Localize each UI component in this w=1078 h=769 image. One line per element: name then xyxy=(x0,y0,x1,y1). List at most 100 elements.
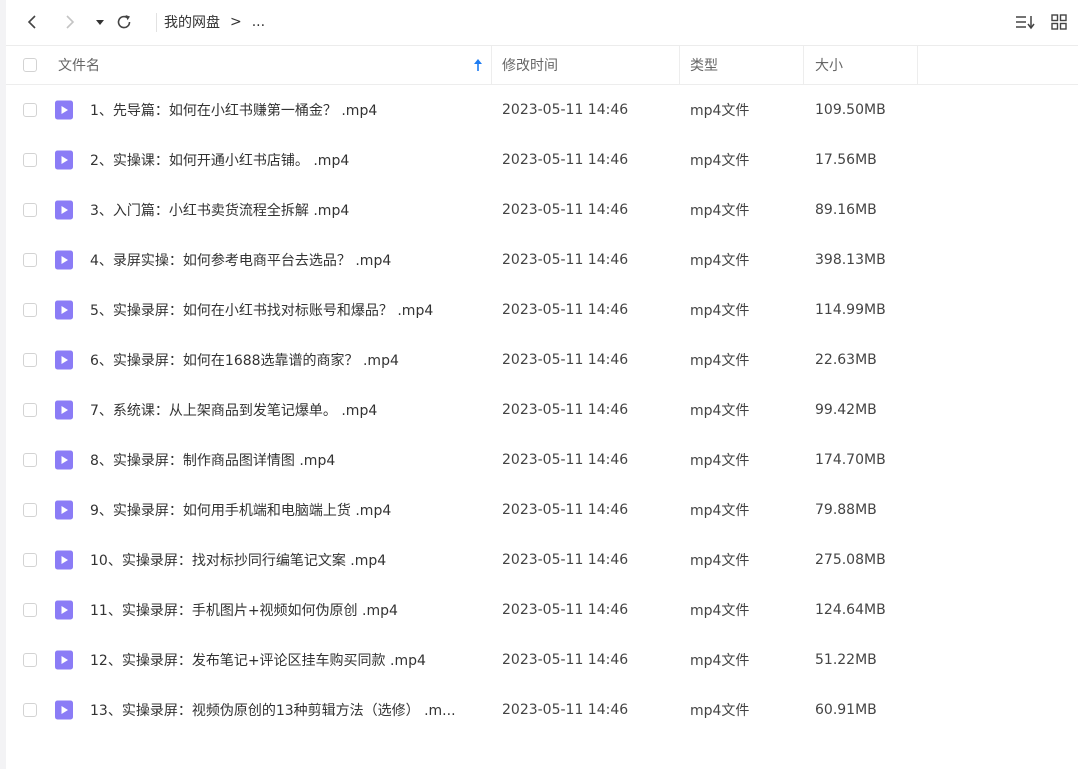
column-header-type[interactable]: 类型 xyxy=(680,46,804,84)
file-type: mp4文件 xyxy=(690,303,750,319)
row-checkbox[interactable] xyxy=(23,303,37,317)
table-row[interactable]: 1、先导篇：如何在小红书赚第一桶金？ .mp4 2023-05-11 14:46 m… xyxy=(6,85,1078,135)
file-modified-time: 2023-05-11 14:46 xyxy=(502,552,629,568)
video-file-icon xyxy=(55,650,73,670)
file-size: 275.08MB xyxy=(815,552,886,568)
toolbar: 我的网盘 > ... xyxy=(6,0,1078,46)
table-row[interactable]: 10、实操录屏：找对标抄同行编笔记文案 .mp4 2023-05-11 14:46… xyxy=(6,535,1078,585)
file-type: mp4文件 xyxy=(690,503,750,519)
table-row[interactable]: 4、录屏实操：如何参考电商平台去选品？ .mp4 2023-05-11 14:46… xyxy=(6,235,1078,285)
file-type: mp4文件 xyxy=(690,353,750,369)
file-name[interactable]: 2、实操课：如何开通小红书店铺。 .mp4 xyxy=(90,135,482,185)
sort-ascending-arrow-icon xyxy=(474,59,482,71)
row-checkbox[interactable] xyxy=(23,353,37,367)
table-row[interactable]: 12、实操录屏：发布笔记+评论区挂车购买同款 .mp4 2023-05-11 14… xyxy=(6,635,1078,685)
video-file-icon xyxy=(55,500,73,520)
table-row[interactable]: 6、实操录屏：如何在1688选靠谱的商家？ .mp4 2023-05-11 14:… xyxy=(6,335,1078,385)
row-checkbox[interactable] xyxy=(23,403,37,417)
file-type: mp4文件 xyxy=(690,153,750,169)
file-name[interactable]: 13、实操录屏：视频伪原创的13种剪辑方法（选修） .m... xyxy=(90,685,482,735)
refresh-button[interactable] xyxy=(112,10,136,34)
table-row[interactable]: 7、系统课：从上架商品到发笔记爆单。 .mp4 2023-05-11 14:46 m… xyxy=(6,385,1078,435)
file-modified-time: 2023-05-11 14:46 xyxy=(502,502,629,518)
file-type: mp4文件 xyxy=(690,703,750,719)
breadcrumb: 我的网盘 > ... xyxy=(164,12,275,32)
video-file-icon xyxy=(55,250,73,270)
file-size: 89.16MB xyxy=(815,202,877,218)
file-name[interactable]: 4、录屏实操：如何参考电商平台去选品？ .mp4 xyxy=(90,235,482,285)
file-name[interactable]: 6、实操录屏：如何在1688选靠谱的商家？ .mp4 xyxy=(90,335,482,385)
video-file-icon xyxy=(55,200,73,220)
file-name[interactable]: 7、系统课：从上架商品到发笔记爆单。 .mp4 xyxy=(90,385,482,435)
table-row[interactable]: 3、入门篇：小红书卖货流程全拆解 .mp4 2023-05-11 14:46 mp4… xyxy=(6,185,1078,235)
file-size: 109.50MB xyxy=(815,102,886,118)
file-type: mp4文件 xyxy=(690,103,750,119)
chevron-left-icon xyxy=(27,15,36,29)
column-header-size[interactable]: 大小 xyxy=(804,46,918,84)
row-checkbox[interactable] xyxy=(23,253,37,267)
file-name[interactable]: 5、实操录屏：如何在小红书找对标账号和爆品？ .mp4 xyxy=(90,285,482,335)
column-header-size-label: 大小 xyxy=(815,58,843,74)
row-checkbox[interactable] xyxy=(23,453,37,467)
file-size: 22.63MB xyxy=(815,352,877,368)
row-checkbox[interactable] xyxy=(23,103,37,117)
video-file-icon xyxy=(55,100,73,120)
sort-list-icon xyxy=(1016,16,1035,30)
breadcrumb-more[interactable]: ... xyxy=(252,14,265,30)
forward-button[interactable] xyxy=(58,10,82,34)
file-type: mp4文件 xyxy=(690,553,750,569)
file-name[interactable]: 10、实操录屏：找对标抄同行编笔记文案 .mp4 xyxy=(90,535,482,585)
file-name[interactable]: 12、实操录屏：发布笔记+评论区挂车购买同款 .mp4 xyxy=(90,635,482,685)
file-name[interactable]: 1、先导篇：如何在小红书赚第一桶金？ .mp4 xyxy=(90,85,482,135)
file-size: 60.91MB xyxy=(815,702,877,718)
file-type: mp4文件 xyxy=(690,203,750,219)
file-name[interactable]: 3、入门篇：小红书卖货流程全拆解 .mp4 xyxy=(90,185,482,235)
table-row[interactable]: 5、实操录屏：如何在小红书找对标账号和爆品？ .mp4 2023-05-11 14… xyxy=(6,285,1078,335)
file-size: 114.99MB xyxy=(815,302,886,318)
video-file-icon xyxy=(55,400,73,420)
file-size: 398.13MB xyxy=(815,252,886,268)
file-type: mp4文件 xyxy=(690,403,750,419)
file-name[interactable]: 9、实操录屏：如何用手机端和电脑端上货 .mp4 xyxy=(90,485,482,535)
file-list: 1、先导篇：如何在小红书赚第一桶金？ .mp4 2023-05-11 14:46 m… xyxy=(6,85,1078,735)
row-checkbox[interactable] xyxy=(23,503,37,517)
back-button[interactable] xyxy=(20,10,44,34)
row-checkbox[interactable] xyxy=(23,553,37,567)
column-header-modified-label: 修改时间 xyxy=(502,58,558,74)
file-size: 99.42MB xyxy=(815,402,877,418)
file-modified-time: 2023-05-11 14:46 xyxy=(502,302,629,318)
refresh-icon xyxy=(117,15,131,29)
breadcrumb-root[interactable]: 我的网盘 xyxy=(164,12,220,32)
row-checkbox[interactable] xyxy=(23,153,37,167)
row-checkbox[interactable] xyxy=(23,653,37,667)
file-name[interactable]: 8、实操录屏：制作商品图详情图 .mp4 xyxy=(90,435,482,485)
file-modified-time: 2023-05-11 14:46 xyxy=(502,402,629,418)
row-checkbox[interactable] xyxy=(23,203,37,217)
toolbar-separator xyxy=(156,13,157,32)
select-all-checkbox[interactable] xyxy=(23,58,37,72)
table-row[interactable]: 2、实操课：如何开通小红书店铺。 .mp4 2023-05-11 14:46 mp4… xyxy=(6,135,1078,185)
row-checkbox[interactable] xyxy=(23,703,37,717)
caret-down-icon xyxy=(96,20,104,25)
file-modified-time: 2023-05-11 14:46 xyxy=(502,452,629,468)
sort-button[interactable] xyxy=(1013,10,1037,34)
table-row[interactable]: 9、实操录屏：如何用手机端和电脑端上货 .mp4 2023-05-11 14:46… xyxy=(6,485,1078,535)
column-header-name-label: 文件名 xyxy=(58,58,100,74)
video-file-icon xyxy=(55,550,73,570)
file-modified-time: 2023-05-11 14:46 xyxy=(502,652,629,668)
table-row[interactable]: 8、实操录屏：制作商品图详情图 .mp4 2023-05-11 14:46 mp4文… xyxy=(6,435,1078,485)
file-size: 17.56MB xyxy=(815,152,877,168)
column-header-modified[interactable]: 修改时间 xyxy=(492,46,680,84)
file-name[interactable]: 11、实操录屏：手机图片+视频如何伪原创 .mp4 xyxy=(90,585,482,635)
video-file-icon xyxy=(55,600,73,620)
grid-view-button[interactable] xyxy=(1047,10,1071,34)
table-row[interactable]: 11、实操录屏：手机图片+视频如何伪原创 .mp4 2023-05-11 14:4… xyxy=(6,585,1078,635)
table-row[interactable]: 13、实操录屏：视频伪原创的13种剪辑方法（选修） .m... 2023-05-1… xyxy=(6,685,1078,735)
file-type: mp4文件 xyxy=(690,253,750,269)
row-checkbox[interactable] xyxy=(23,603,37,617)
history-dropdown-button[interactable] xyxy=(88,10,112,34)
file-modified-time: 2023-05-11 14:46 xyxy=(502,252,629,268)
file-type: mp4文件 xyxy=(690,453,750,469)
chevron-right-icon xyxy=(66,15,75,29)
column-header-name[interactable]: 文件名 xyxy=(46,46,492,84)
